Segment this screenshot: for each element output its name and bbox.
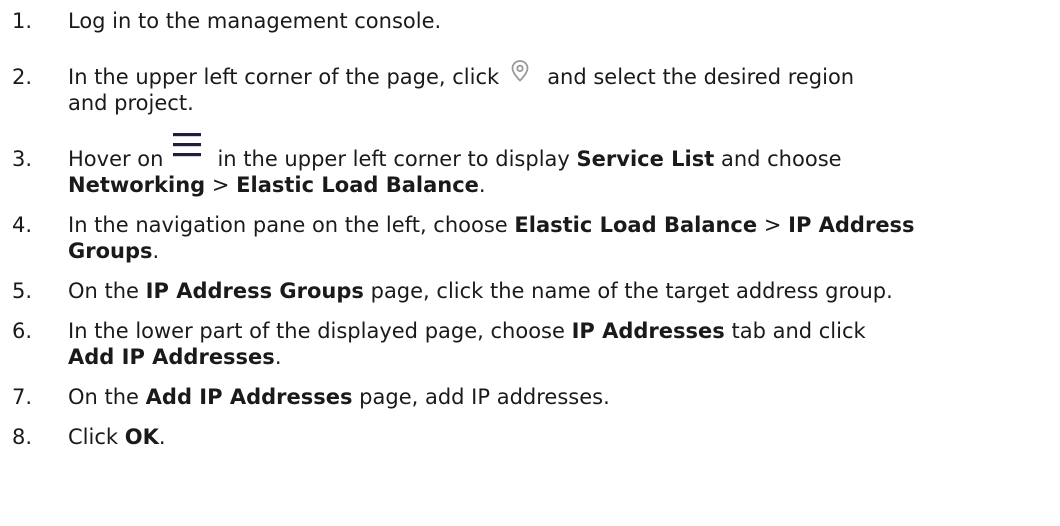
location-pin-icon bbox=[507, 58, 533, 84]
step-number: 2. bbox=[12, 65, 33, 89]
step-number: 8. bbox=[12, 425, 33, 449]
step-number: 1. bbox=[12, 9, 33, 33]
step-text: In the lower part of the displayed page,… bbox=[68, 319, 866, 369]
step-number: 3. bbox=[12, 147, 33, 171]
step-number: 5. bbox=[12, 279, 33, 303]
step-text: On the Add IP Addresses page, add IP add… bbox=[68, 385, 610, 409]
step-number: 4. bbox=[12, 213, 33, 237]
step-text: Hover on in the upper left corner to disp… bbox=[68, 133, 1060, 198]
step-number: 6. bbox=[12, 319, 33, 343]
step-number: 7. bbox=[12, 385, 33, 409]
step-text: In the upper left corner of the page, cl… bbox=[68, 60, 1060, 116]
step-text: On the IP Address Groups page, click the… bbox=[68, 279, 893, 303]
step-text: Click OK. bbox=[68, 425, 166, 449]
step-text: In the navigation pane on the left, choo… bbox=[68, 213, 915, 263]
step-text: Log in to the management console. bbox=[68, 9, 442, 33]
hamburger-menu-icon bbox=[171, 130, 203, 160]
